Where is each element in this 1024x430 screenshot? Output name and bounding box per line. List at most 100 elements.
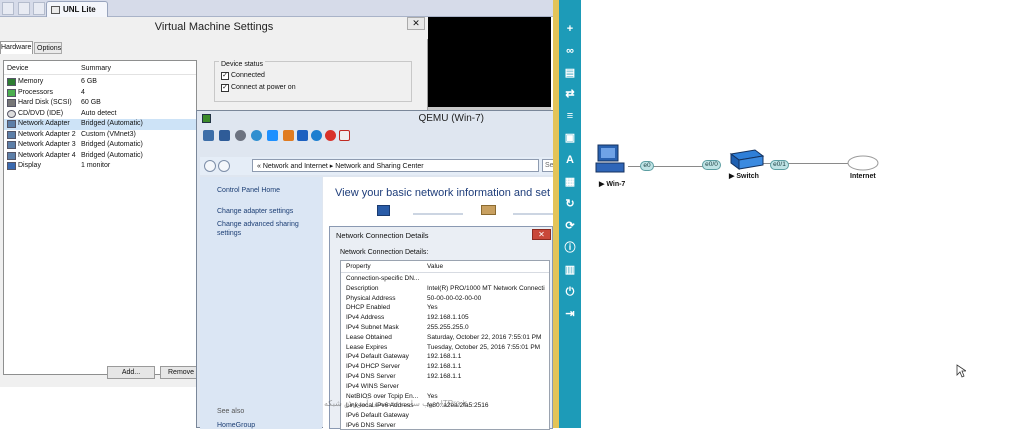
change-adapter-settings-link[interactable]: Change adapter settings — [217, 207, 317, 216]
table-row[interactable]: IPv4 WINS Server — [341, 383, 549, 393]
change-advanced-sharing-link[interactable]: Change advanced sharing settings — [217, 220, 317, 238]
network-adapter-icon — [7, 120, 16, 128]
table-row[interactable]: IPv4 Address 192.168.1.105 — [341, 314, 549, 324]
info-icon[interactable] — [311, 130, 322, 141]
windows-icon[interactable] — [267, 130, 278, 141]
swap-icon[interactable]: ⇄ — [564, 88, 576, 100]
plus-icon[interactable]: + — [564, 23, 576, 35]
hard-disk-icon — [7, 99, 16, 107]
table-row[interactable]: IPv4 Subnet Mask 255.255.255.0 — [341, 324, 549, 334]
refresh-alt-icon[interactable]: ⟳ — [564, 220, 576, 232]
list-icon[interactable]: ≡ — [564, 110, 576, 122]
address-bar: « Network and Internet ▸ Network and Sha… — [200, 157, 555, 175]
close-icon[interactable] — [325, 130, 336, 141]
node-label: ▶ Switch — [729, 173, 759, 180]
control-panel-home-link[interactable]: Control Panel Home — [217, 186, 317, 195]
picture-icon[interactable]: ▣ — [564, 132, 576, 144]
details-header: Property Value — [341, 261, 549, 273]
node-win7[interactable] — [595, 144, 627, 176]
close-button[interactable]: ✕ — [407, 17, 425, 30]
download-icon[interactable] — [283, 130, 294, 141]
column-header-summary[interactable]: Summary — [81, 65, 111, 72]
list-item[interactable]: Network Adapter Bridged (Automatic) — [4, 119, 196, 130]
stats-icon[interactable] — [297, 130, 308, 141]
browser-tab-unl[interactable]: UNL Lite — [46, 1, 108, 17]
image-icon[interactable]: ▤ — [564, 67, 576, 79]
homegroup-link[interactable]: HomeGroup — [217, 421, 317, 430]
tab-hardware[interactable]: Hardware — [0, 41, 33, 54]
table-row[interactable]: DHCP Enabled Yes — [341, 304, 549, 314]
port-label[interactable]: e0 — [640, 161, 654, 171]
table-row[interactable]: IPv4 DHCP Server 192.168.1.1 — [341, 363, 549, 373]
connected-checkbox[interactable]: ✓ — [221, 72, 229, 80]
table-row[interactable]: Lease Expires Tuesday, October 25, 2016 7… — [341, 344, 549, 354]
checkbox-label: Connected — [231, 72, 265, 79]
node-internet[interactable] — [846, 154, 880, 172]
refresh-icon[interactable]: ↻ — [564, 198, 576, 210]
gear-icon[interactable] — [235, 130, 246, 141]
port-label[interactable]: e0/1 — [770, 160, 789, 170]
browser-tab[interactable] — [33, 2, 45, 15]
network-icon — [481, 205, 496, 215]
dialog-title: Network Connection Details — [336, 231, 429, 240]
table-row[interactable]: IPv6 Default Gateway — [341, 412, 549, 422]
node-switch[interactable] — [725, 148, 765, 170]
list-item[interactable]: Network Adapter 3 Bridged (Automatic) — [4, 140, 196, 151]
list-item[interactable]: Display 1 monitor — [4, 161, 196, 172]
dialog-subtitle: Network Connection Details: — [340, 249, 429, 256]
fullscreen-icon[interactable] — [219, 130, 230, 141]
topology-canvas[interactable]: ▶ Win-7 e0 ▶ Switch e0/0 e0/1 Internet — [581, 0, 1024, 428]
table-row[interactable]: Description Intel(R) PRO/1000 MT Network … — [341, 285, 549, 295]
power-icon[interactable]: ⏻ — [564, 286, 576, 298]
connect-at-power-on-checkbox[interactable]: ✓ — [221, 84, 229, 92]
refresh-icon[interactable] — [251, 130, 262, 141]
add-button[interactable]: Add... — [107, 366, 155, 379]
cursor-icon — [956, 364, 966, 378]
exit-icon[interactable] — [339, 130, 350, 141]
remove-button[interactable]: Remove — [160, 366, 200, 379]
list-item[interactable]: Memory 6 GB — [4, 77, 196, 88]
settings-icon[interactable] — [203, 130, 214, 141]
hardware-list[interactable]: Device Summary Memory 6 GB Processors 4 Ha… — [3, 60, 197, 375]
qemu-toolbar — [197, 128, 554, 144]
back-button[interactable] — [204, 160, 216, 172]
table-row[interactable]: Lease Obtained Saturday, October 22, 2016… — [341, 334, 549, 344]
list-item[interactable]: Network Adapter 2 Custom (VMnet3) — [4, 130, 196, 141]
browser-tab[interactable] — [18, 2, 30, 15]
table-row[interactable]: Physical Address 50-00-00-02-00-00 — [341, 295, 549, 305]
list-item[interactable]: Network Adapter 4 Bridged (Automatic) — [4, 151, 196, 162]
group-title: Device status — [219, 61, 266, 68]
info-icon[interactable]: ⓘ — [564, 242, 576, 254]
column-header-device[interactable]: Device — [7, 65, 28, 72]
cd-icon — [7, 109, 16, 118]
browser-tab-label: UNL Lite — [63, 5, 96, 14]
link-icon[interactable]: ∞ — [564, 45, 576, 57]
list-item[interactable]: CD/DVD (IDE) Auto detect — [4, 109, 196, 120]
network-adapter-icon — [7, 141, 16, 149]
breadcrumb[interactable]: « Network and Internet ▸ Network and Sha… — [252, 159, 539, 172]
console-preview — [428, 17, 551, 107]
column-header-value[interactable]: Value — [427, 263, 443, 270]
notes-icon[interactable]: ▥ — [564, 264, 576, 276]
column-header-property[interactable]: Property — [346, 263, 371, 270]
table-row[interactable]: IPv6 DNS Server — [341, 422, 549, 429]
qemu-window: QEMU (Win-7) « Network and Internet ▸ Ne… — [196, 110, 580, 430]
table-row[interactable]: IPv4 Default Gateway 192.168.1.1 — [341, 353, 549, 363]
text-icon[interactable]: A — [564, 154, 576, 166]
grid-icon[interactable]: ▦ — [564, 176, 576, 188]
logout-icon[interactable]: ⇥ — [564, 308, 576, 320]
network-adapter-icon — [7, 130, 16, 139]
tab-options[interactable]: Options — [34, 42, 62, 54]
control-panel-sidebar: Control Panel Home Change adapter settin… — [200, 177, 322, 429]
port-label[interactable]: e0/0 — [702, 160, 721, 170]
forward-button[interactable] — [218, 160, 230, 172]
computer-icon — [377, 205, 390, 216]
close-button[interactable]: ✕ — [532, 229, 551, 240]
network-adapter-icon — [7, 151, 16, 160]
list-item[interactable]: Processors 4 — [4, 88, 196, 99]
list-item[interactable]: Hard Disk (SCSI) 60 GB — [4, 98, 196, 109]
table-row[interactable]: IPv4 DNS Server 192.168.1.1 — [341, 373, 549, 383]
browser-tab[interactable] — [2, 2, 14, 15]
table-row[interactable]: Connection-specific DN... — [341, 275, 549, 285]
browser-tab-strip: UNL Lite — [0, 0, 555, 17]
